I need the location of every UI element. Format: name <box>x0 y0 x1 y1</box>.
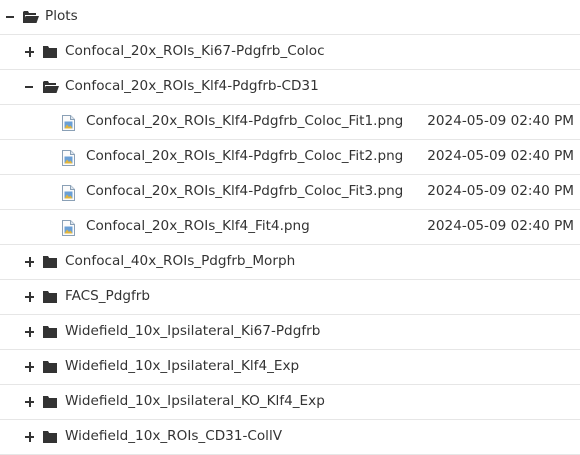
file-name: Confocal_20x_ROIs_Klf4-Pdgfrb_Coloc_Fit3… <box>86 183 404 199</box>
tree-row-folder[interactable]: Widefield_10x_ROIs_CD31-CollV <box>0 420 580 455</box>
folder-label: Widefield_10x_ROIs_CD31-CollV <box>65 428 283 444</box>
tree-row-folder[interactable]: Widefield_10x_Ipsilateral_KO_Klf4_Exp <box>0 385 580 420</box>
expand-toggle-icon[interactable] <box>24 256 36 268</box>
image-file-icon <box>62 115 75 131</box>
expand-toggle-icon[interactable] <box>24 291 36 303</box>
folder-label: Widefield_10x_Ipsilateral_Klf4_Exp <box>65 358 300 374</box>
file-modified-date: 2024-05-09 02:40 PM <box>427 183 574 199</box>
tree-row-folder[interactable]: Widefield_10x_Ipsilateral_Ki67-Pdgfrb <box>0 315 580 350</box>
folder-label: Plots <box>45 8 78 24</box>
image-file-icon <box>62 185 75 201</box>
collapse-toggle-icon[interactable] <box>24 81 36 93</box>
file-modified-date: 2024-05-09 02:40 PM <box>427 113 574 129</box>
expand-toggle-icon[interactable] <box>24 396 36 408</box>
tree-row-file[interactable]: Confocal_20x_ROIs_Klf4-Pdgfrb_Coloc_Fit1… <box>0 105 580 140</box>
expand-toggle-icon[interactable] <box>24 431 36 443</box>
image-file-icon <box>62 220 75 236</box>
folder-icon <box>43 291 57 303</box>
tree-row-file[interactable]: Confocal_20x_ROIs_Klf4_Fit4.png 2024-05-… <box>0 210 580 245</box>
folder-icon <box>43 46 57 58</box>
file-name: Confocal_20x_ROIs_Klf4-Pdgfrb_Coloc_Fit1… <box>86 113 404 129</box>
tree-row-folder-open[interactable]: Confocal_20x_ROIs_Klf4-Pdgfrb-CD31 <box>0 70 580 105</box>
folder-icon <box>43 396 57 408</box>
expand-toggle-icon[interactable] <box>24 46 36 58</box>
folder-label: Widefield_10x_Ipsilateral_KO_Klf4_Exp <box>65 393 325 409</box>
folder-open-icon <box>23 11 39 23</box>
tree-row-folder[interactable]: Confocal_20x_ROIs_Ki67-Pdgfrb_Coloc <box>0 35 580 70</box>
folder-icon <box>43 361 57 373</box>
tree-row-file[interactable]: Confocal_20x_ROIs_Klf4-Pdgfrb_Coloc_Fit3… <box>0 175 580 210</box>
image-file-icon <box>62 150 75 166</box>
collapse-toggle-icon[interactable] <box>5 11 17 23</box>
expand-toggle-icon[interactable] <box>24 326 36 338</box>
folder-icon <box>43 256 57 268</box>
folder-label: Confocal_40x_ROIs_Pdgfrb_Morph <box>65 253 296 269</box>
folder-open-icon <box>43 81 59 93</box>
tree-row-folder[interactable]: FACS_Pdgfrb <box>0 280 580 315</box>
file-name: Confocal_20x_ROIs_Klf4-Pdgfrb_Coloc_Fit2… <box>86 148 404 164</box>
tree-row-file[interactable]: Confocal_20x_ROIs_Klf4-Pdgfrb_Coloc_Fit2… <box>0 140 580 175</box>
folder-icon <box>43 326 57 338</box>
folder-label: Confocal_20x_ROIs_Ki67-Pdgfrb_Coloc <box>65 43 325 59</box>
tree-row-root[interactable]: Plots <box>0 0 580 35</box>
tree-row-folder[interactable]: Widefield_10x_Ipsilateral_Klf4_Exp <box>0 350 580 385</box>
expand-toggle-icon[interactable] <box>24 361 36 373</box>
file-name: Confocal_20x_ROIs_Klf4_Fit4.png <box>86 218 310 234</box>
folder-icon <box>43 431 57 443</box>
file-tree: Plots Confocal_20x_ROIs_Ki67-Pdgfrb_Colo… <box>0 0 580 455</box>
tree-row-folder[interactable]: Confocal_40x_ROIs_Pdgfrb_Morph <box>0 245 580 280</box>
file-modified-date: 2024-05-09 02:40 PM <box>427 148 574 164</box>
folder-label: Widefield_10x_Ipsilateral_Ki67-Pdgfrb <box>65 323 321 339</box>
folder-label: FACS_Pdgfrb <box>65 288 151 304</box>
file-modified-date: 2024-05-09 02:40 PM <box>427 218 574 234</box>
folder-label: Confocal_20x_ROIs_Klf4-Pdgfrb-CD31 <box>65 78 319 94</box>
